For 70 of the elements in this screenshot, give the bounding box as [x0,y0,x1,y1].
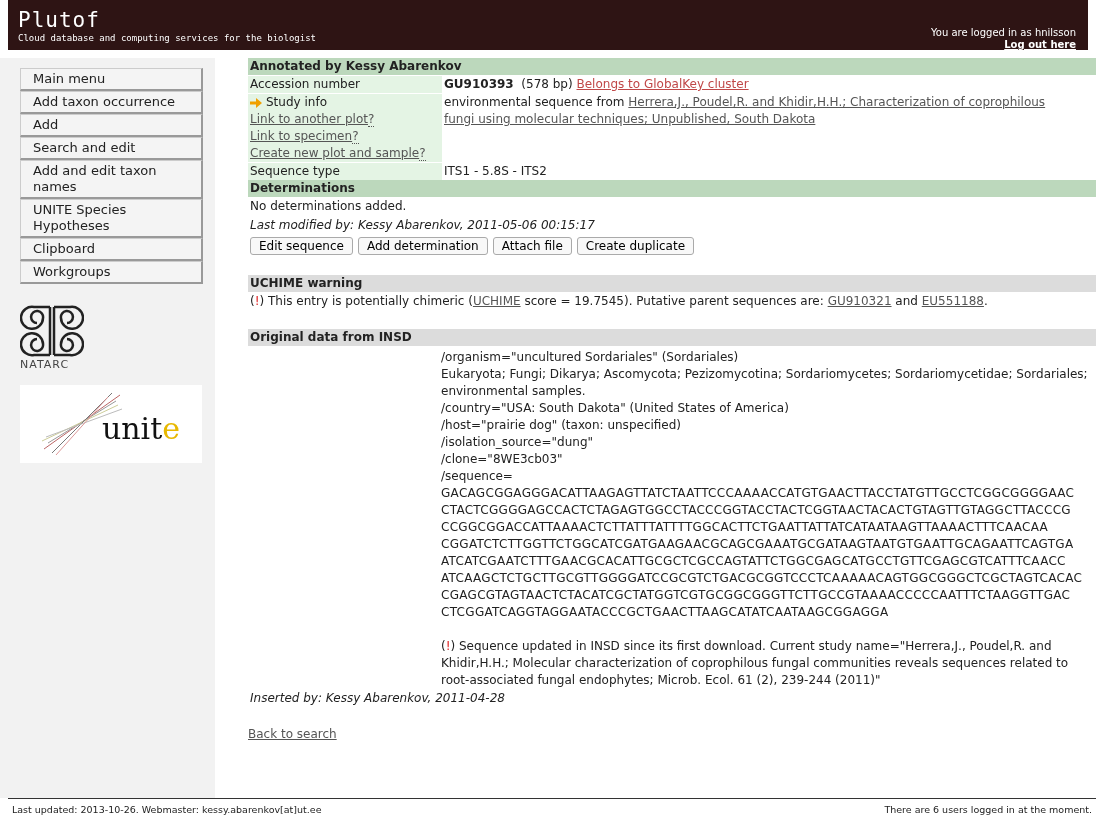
action-button[interactable]: Add determination [357,237,488,255]
inserted-note: Inserted by: Kessy Abarenkov, 2011-04-28 [249,690,506,707]
logout-link[interactable]: Log out here [1004,39,1076,51]
menu-item[interactable]: Main menu [20,68,203,91]
action-button[interactable]: Attach file [492,237,572,255]
field-label: Accession number [250,77,360,91]
action-button[interactable]: Edit sequence [250,237,353,255]
modified-note: Last modified by: Kessy Abarenkov, 2011-05-06 00:15:17 [249,217,596,234]
action-link[interactable]: Create new plot and sample [250,146,420,160]
menu-item[interactable]: Clipboard [20,238,203,261]
sequence-line: CGAGCGTAGTAACTCTACATCGCTATGGTCGTGCGGCGGGTTCTTGCCGTAAAACCCCCAATTTCTAAGGTTGAC [441,587,1072,604]
alert-mark: (!) [250,294,265,308]
reference-link[interactable]: Herrera,J., Poudel,R. and Khidir,H.H.; Characterization of coprophilous [628,95,1046,109]
uchime-link[interactable]: UCHIME [472,294,521,308]
warning-text: score = 19.7545). Putative parent sequences are: [524,294,824,308]
cluster-link[interactable]: Belongs to GlobalKey cluster [576,77,749,91]
login-status: You are logged in as hnilsson [931,27,1076,39]
sequence-line: CGGATCTCTTGGTTCTGGCATCGATGAAGAACGCAGCGAAATGCGATAAGTAATGTGAATTGCAGAATTCAGTGA [441,536,1075,553]
conjunction-text: and [895,294,918,308]
footer-text: Last updated: 2013-10-26. Webmaster: kessy.abarenkov[at]ut.ee [12,803,322,815]
reference-link[interactable]: fungi using molecular techniques; Unpublished, South Dakota [444,112,816,126]
spiral-logo-icon [20,304,84,358]
help-mark[interactable]: ? [352,129,359,144]
logo-text: NATARC [20,358,70,371]
action-link[interactable]: Link to specimen [250,129,353,143]
field-label: Sequence type [250,164,340,178]
field-value: ITS1 - 5.8S - ITS2 [444,164,547,178]
empty-message: No determinations added. [249,198,408,215]
help-mark[interactable]: ? [419,146,426,161]
sequence-line: CCGGCGGACCATTAAAACTCTTATTTATTTTGGCACTTCTGAATTATTATCATAATAAGTTAAAACTTTCAACAA [441,519,1050,536]
menu-item[interactable]: UNITE Species Hypotheses [20,199,203,238]
section-heading: Original data from INSD [248,329,1096,346]
sequence-line: CTCGGATCAGGTAGGAATACCCGCTGAACTTAAGCATATCAATAAGCGGAGGA [441,604,890,621]
insd-line: /isolation_source="dung" [441,434,595,451]
parent-sequence-link[interactable]: EU551188 [921,294,984,308]
study-prefix: environmental sequence from [444,95,625,109]
site-title: Plutof [18,8,101,32]
action-link[interactable]: Link to another plot [250,112,368,126]
insd-line: Eukaryota; Fungi; Dikarya; Ascomycota; Pezizomycotina; Sordariomycetes; Sordariomycetidae; Sordariales; environmental samples. [441,366,1089,400]
warning-text: This entry is potentially chimeric ( [268,294,473,308]
insd-line: /sequence= [441,468,514,485]
footer-text: There are 6 users logged in at the moment. [884,803,1092,815]
menu-item[interactable]: Add [20,114,203,137]
parent-sequence-link[interactable]: GU910321 [827,294,892,308]
sequence-length: (578 bp) [521,77,573,91]
menu-item[interactable]: Add and edit taxon names [20,160,203,199]
update-note: (!) Sequence updated in INSD since its first download. Current study name="Herrera,J., Poudel,R. and Khidir,H.H.; Molecular characterization of coprophilous fungal communities reveals sequences related to root-associated fungal endophytes; Microb. Ecol. 61 (2), 239-244 (2011)" [441,638,1070,689]
sequence-line: ATCAAGCTCTGCTTGCGTTGGGGATCCGCGTCTGACGCGGTCCCTCAAAAACAGTGGCGGGCTCGCTAGTCACAC [441,570,1084,587]
section-heading: Determinations [248,180,1096,197]
insd-line: /clone="8WE3cb03" [441,451,564,468]
insd-line: /country="USA: South Dakota" (United States of America) [441,400,790,417]
sequence-line: GACAGCGGAGGGACATTAAGAGTTATCTAATTCCCAAAACCATGTGAACTTACCTATGTTGCCTCGGCGGGGAAC [441,485,1076,502]
logo-text: unite [101,410,181,446]
section-heading: Annotated by Kessy Abarenkov [248,58,1096,75]
field-label: Study info [266,94,327,111]
arrow-icon [250,97,262,108]
back-link[interactable]: Back to search [248,727,337,741]
sequence-line: CTACTCGGGGAGCCACTCTAGAGTGGCCTACCCGGTACCTACTCGGTAACTACACTGTAGTTGTAGGCTTACCCG [441,502,1072,519]
insd-line: /organism="uncultured Sordariales" (Sordariales) [441,349,740,366]
menu-item[interactable]: Workgroups [20,261,203,284]
period-text: . [983,294,988,308]
site-subtitle: Cloud database and computing services for the biologist [18,32,316,44]
help-mark[interactable]: ? [368,112,375,127]
action-button[interactable]: Create duplicate [576,237,694,255]
menu-item[interactable]: Add taxon occurrence [20,91,203,114]
menu-item[interactable]: Search and edit [20,137,203,160]
insd-line: /host="prairie dog" (taxon: unspecified) [441,417,683,434]
section-heading: UCHIME warning [248,275,1096,292]
sequence-line: ATCATCGAATCTTTGAACGCACATTGCGCTCGCCAGTATTCTGGCGAGCATGCCTGTTCGAGCGTCATTTCAACC [441,553,1067,570]
accession-number: GU910393 [444,77,514,91]
